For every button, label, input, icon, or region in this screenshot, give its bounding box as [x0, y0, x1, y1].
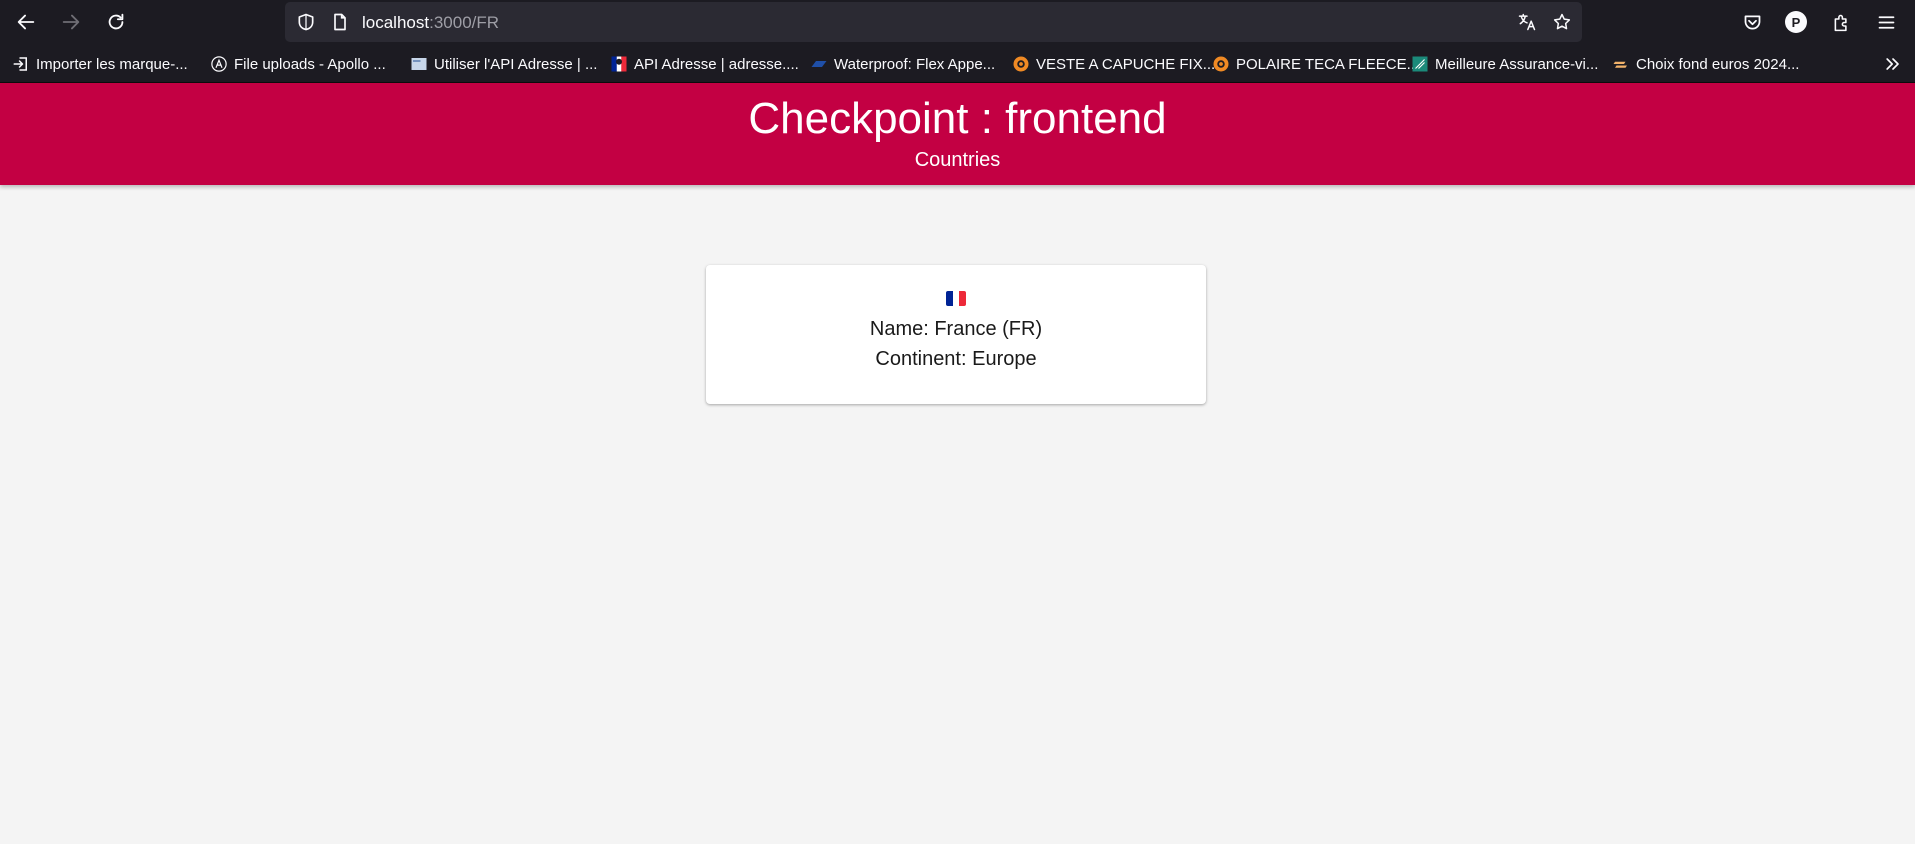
bookmark-label: File uploads - Apollo ... — [234, 55, 386, 73]
url-text[interactable]: localhost:3000/FR — [362, 13, 499, 33]
bookmark-item[interactable]: POLAIRE TECA FLEECE... — [1212, 52, 1419, 76]
browser-toolbar: localhost:3000/FR P — [0, 0, 1915, 44]
reload-icon — [108, 13, 124, 30]
bookmark-label: POLAIRE TECA FLEECE... — [1236, 55, 1420, 73]
reload-button[interactable] — [98, 4, 134, 40]
bookmark-item[interactable]: Meilleure Assurance-vi... — [1411, 52, 1598, 76]
finance-icon — [1411, 55, 1429, 73]
country-continent: Continent: Europe — [875, 348, 1037, 370]
import-icon — [12, 55, 30, 73]
forward-button[interactable] — [53, 4, 89, 40]
bookmark-item[interactable]: Importer les marque-... — [12, 52, 188, 76]
translate-icon[interactable] — [1516, 11, 1538, 33]
bookmark-label: Importer les marque-... — [36, 55, 188, 73]
finance-icon — [1612, 55, 1630, 73]
bookmark-label: Utiliser l'API Adresse | ... — [434, 55, 598, 73]
url-bar[interactable]: localhost:3000/FR — [285, 2, 1582, 42]
bookmark-label: Waterproof: Flex Appe... — [834, 55, 996, 73]
france-flag-icon — [946, 291, 966, 306]
arrow-left-icon — [17, 14, 35, 30]
page-icon[interactable] — [329, 11, 351, 33]
shop-icon — [1212, 55, 1230, 73]
country-name: Name: France (FR) — [869, 318, 1043, 340]
site-thumbnail-icon — [410, 55, 428, 73]
bookmark-item[interactable]: API Adresse | adresse.... — [610, 52, 799, 76]
extensions-icon[interactable] — [1828, 9, 1854, 35]
bookmarks-toolbar: Importer les marque-... File uploads - A… — [0, 44, 1915, 83]
apollo-icon — [210, 55, 228, 73]
bookmark-item[interactable]: Choix fond euros 2024... — [1612, 52, 1799, 76]
bookmark-item[interactable]: File uploads - Apollo ... — [210, 52, 386, 76]
shield-icon[interactable] — [295, 11, 317, 33]
arrow-right-icon — [62, 14, 80, 30]
avatar: P — [1785, 11, 1807, 33]
marianne-icon — [610, 55, 628, 73]
menu-icon[interactable] — [1873, 9, 1899, 35]
bookmark-label: Choix fond euros 2024... — [1636, 55, 1800, 73]
country-card: Name: France (FR) Continent: Europe — [706, 265, 1206, 404]
bookmark-label: API Adresse | adresse.... — [634, 55, 799, 73]
bookmark-label: VESTE A CAPUCHE FIX... — [1036, 55, 1216, 73]
bookmarks-overflow-button[interactable] — [1883, 54, 1903, 79]
page-subtitle: Countries — [914, 149, 1001, 171]
url-path: :3000/FR — [429, 13, 500, 32]
app-header: Checkpoint : frontend Countries — [0, 83, 1915, 185]
bookmark-item[interactable]: Waterproof: Flex Appe... — [810, 52, 995, 76]
bookmark-star-icon[interactable] — [1551, 11, 1573, 33]
url-host: localhost — [362, 13, 430, 32]
page-viewport: Checkpoint : frontend Countries Name: Fr… — [0, 83, 1915, 844]
bookmark-item[interactable]: VESTE A CAPUCHE FIX... — [1012, 52, 1215, 76]
page-title: Checkpoint : frontend — [748, 94, 1167, 143]
bookmark-label: Meilleure Assurance-vi... — [1435, 55, 1599, 73]
bookmark-item[interactable]: Utiliser l'API Adresse | ... — [410, 52, 597, 76]
profile-button[interactable]: P — [1783, 9, 1809, 35]
pocket-icon[interactable] — [1739, 9, 1765, 35]
shop-icon — [1012, 55, 1030, 73]
chevron-double-right-icon — [1886, 58, 1899, 70]
brand-icon — [810, 55, 828, 73]
back-button[interactable] — [8, 4, 44, 40]
